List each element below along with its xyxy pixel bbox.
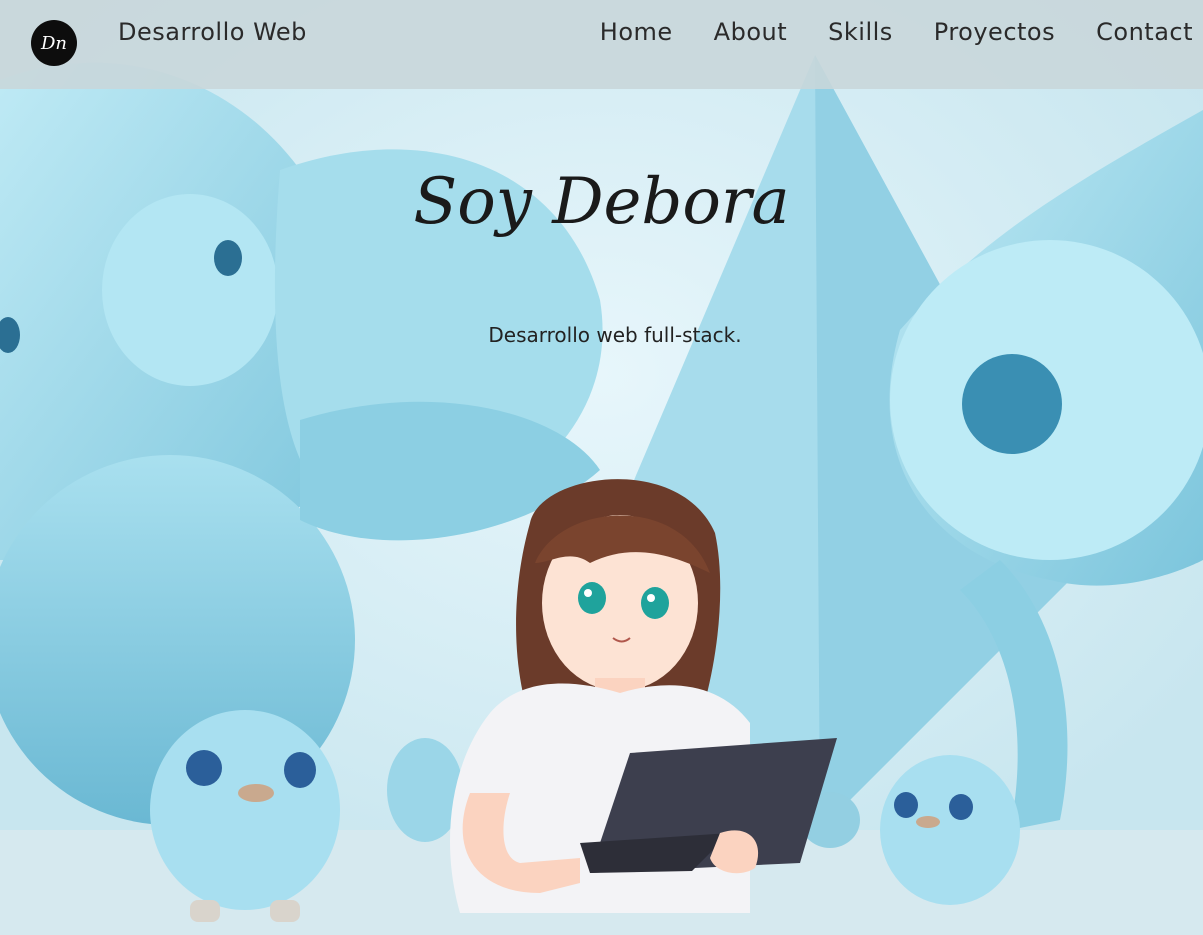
hero-title: Soy Debora — [413, 165, 790, 239]
hero-subtitle: Desarrollo web full-stack. — [488, 323, 742, 347]
nav-skills[interactable]: Skills — [828, 18, 893, 46]
main-nav: Home About Skills Proyectos Contact — [600, 18, 1193, 46]
navbar: Dn Desarrollo Web Home About Skills Proy… — [0, 0, 1203, 89]
character-illustration — [450, 479, 837, 913]
nav-home[interactable]: Home — [600, 18, 673, 46]
nav-contact[interactable]: Contact — [1096, 18, 1193, 46]
nav-proyectos[interactable]: Proyectos — [934, 18, 1055, 46]
logo-text: Dn — [40, 32, 68, 54]
logo[interactable]: Dn — [31, 20, 77, 66]
nav-about[interactable]: About — [714, 18, 787, 46]
brand-title[interactable]: Desarrollo Web — [118, 18, 307, 46]
